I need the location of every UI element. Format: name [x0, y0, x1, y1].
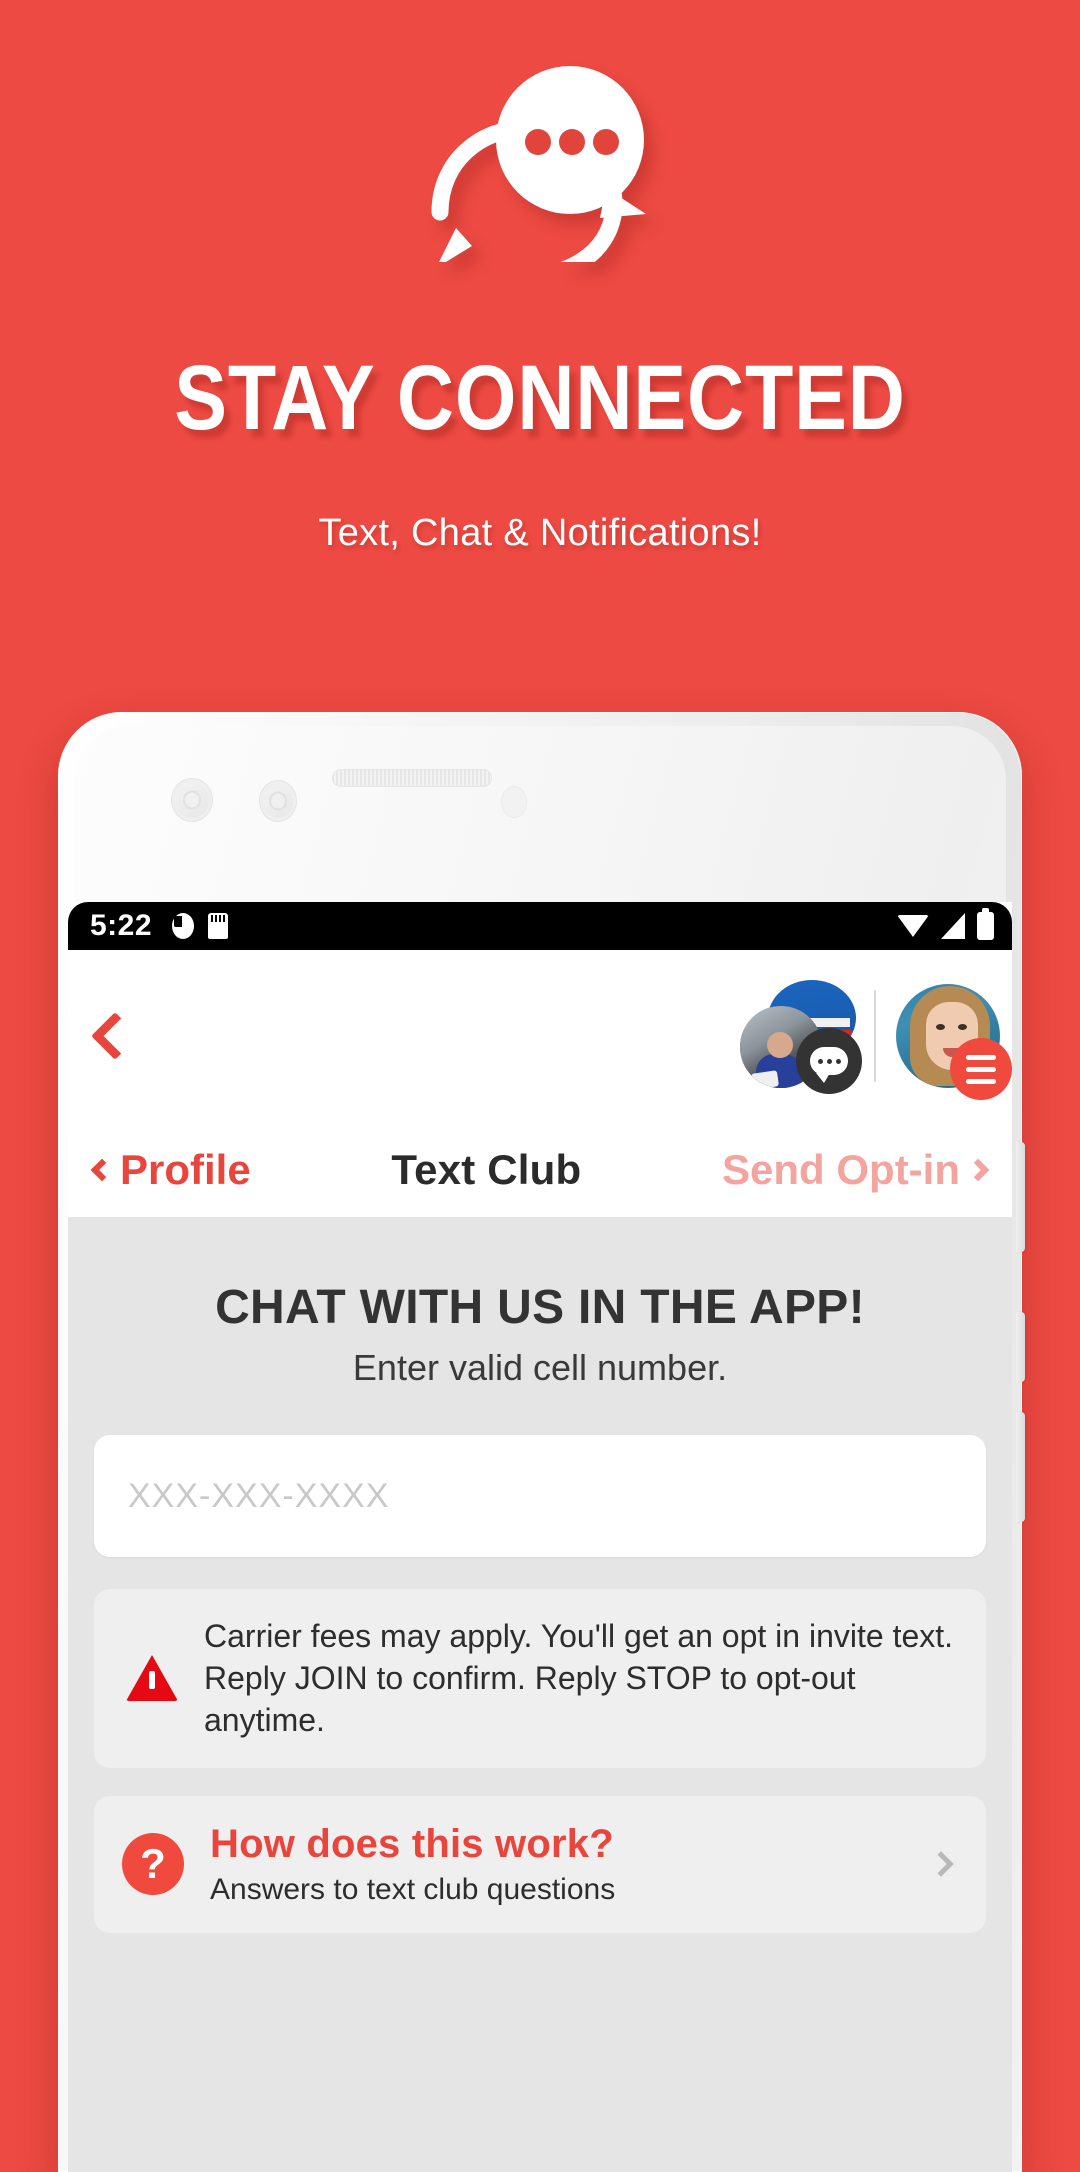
warning-triangle-icon [126, 1655, 178, 1702]
content-subtitle: Enter valid cell number. [352, 1347, 728, 1388]
chevron-right-icon [928, 1851, 954, 1877]
nav-title: Text Club [391, 1145, 582, 1193]
faq-title: How does this work? [210, 1821, 614, 1866]
battery-icon [977, 908, 994, 940]
how-does-this-work-row[interactable]: ? How does this work? Answers to text cl… [94, 1795, 986, 1933]
front-camera-icon [172, 779, 212, 821]
proximity-sensor-icon [501, 786, 527, 818]
hero-banner: STAY CONNECTED Text, Chat & Notification… [0, 0, 1080, 720]
chat-bubble-icon[interactable] [796, 1028, 862, 1094]
nav-forward-label: Send Opt-in [722, 1145, 960, 1193]
phone-number-input[interactable]: XXX-XXX-XXXX [94, 1435, 986, 1557]
nav-back-label: Profile [120, 1145, 251, 1193]
hamburger-menu-icon[interactable] [950, 1038, 1012, 1100]
sd-card-icon [208, 913, 229, 939]
page-subtitle: Text, Chat & Notifications! [318, 512, 762, 554]
wifi-icon [897, 915, 929, 937]
faq-subtitle: Answers to text club questions [210, 1872, 616, 1906]
nav-back-profile[interactable]: Profile [90, 1145, 251, 1194]
phone-number-placeholder: XXX-XXX-XXXX [128, 1476, 390, 1515]
status-bar-time: 5:22 [90, 909, 153, 942]
secondary-camera-icon [260, 781, 296, 821]
screen-nav-bar: Profile Text Club Send Opt-in [68, 1122, 1012, 1218]
content-title: CHAT WITH US IN THE APP! [215, 1281, 865, 1334]
back-chevron-icon[interactable] [90, 1011, 140, 1061]
nav-send-opt-in[interactable]: Send Opt-in [722, 1145, 990, 1194]
header-avatars [740, 980, 1012, 1100]
app-header [68, 950, 1012, 1122]
carrier-fees-text: Carrier fees may apply. You'll get an op… [204, 1618, 954, 1739]
status-bar: 5:22 [68, 902, 1012, 950]
power-button[interactable] [1016, 1412, 1025, 1522]
do-not-disturb-icon [172, 913, 195, 939]
carrier-fees-notice: Carrier fees may apply. You'll get an op… [94, 1589, 986, 1768]
chat-bubbles-icon [410, 62, 670, 262]
header-divider [874, 990, 876, 1082]
user-avatar[interactable] [896, 984, 1012, 1100]
earpiece-speaker [332, 769, 492, 787]
status-bar-left-icons [172, 913, 229, 939]
volume-up-button[interactable] [1016, 1142, 1025, 1252]
phone-screen: 5:22 Profile Text Club Send Opt-in CHAT … [68, 902, 1012, 2172]
phone-mockup: 5:22 Profile Text Club Send Opt-in CHAT … [58, 712, 1025, 2172]
chevron-left-icon [90, 1158, 114, 1181]
business-avatar[interactable] [740, 980, 862, 1094]
page-title: STAY CONNECTED [174, 347, 906, 449]
screen-content: CHAT WITH US IN THE APP! Enter valid cel… [68, 1218, 1012, 2172]
faq-body: How does this work? Answers to text club… [210, 1822, 906, 1907]
status-bar-right-icons [897, 908, 994, 940]
volume-down-button[interactable] [1016, 1312, 1025, 1382]
chevron-right-icon [966, 1158, 990, 1181]
signal-icon [941, 913, 965, 939]
question-mark-icon: ? [122, 1833, 184, 1896]
